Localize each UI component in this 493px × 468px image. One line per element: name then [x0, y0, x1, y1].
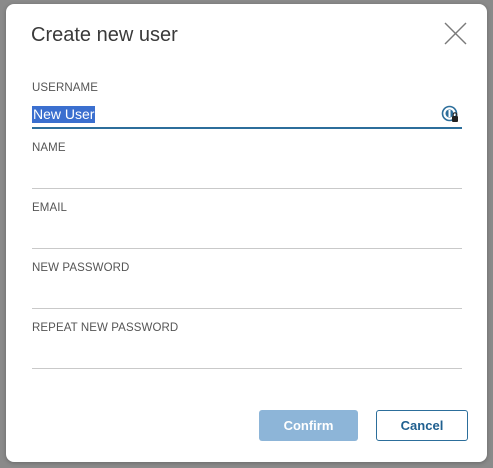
new-password-input[interactable]: [32, 282, 462, 309]
name-field-group: NAME: [32, 142, 462, 189]
dialog-title: Create new user: [31, 24, 178, 46]
confirm-button[interactable]: Confirm: [259, 410, 358, 441]
new-password-field-group: NEW PASSWORD: [32, 262, 462, 309]
new-password-label: NEW PASSWORD: [32, 262, 130, 274]
email-field-group: EMAIL: [32, 202, 462, 249]
username-label: USERNAME: [32, 82, 98, 94]
username-field-group: USERNAME New User: [32, 82, 462, 129]
repeat-password-field-group: REPEAT NEW PASSWORD: [32, 322, 462, 369]
name-input[interactable]: [32, 162, 462, 189]
close-button[interactable]: [443, 21, 468, 46]
repeat-password-label: REPEAT NEW PASSWORD: [32, 322, 179, 334]
username-input[interactable]: New User: [32, 102, 462, 129]
username-value: New User: [32, 106, 96, 123]
create-user-dialog: Create new user USERNAME New User NAME E…: [6, 4, 487, 462]
close-icon: [444, 22, 467, 45]
email-input[interactable]: [32, 222, 462, 249]
password-manager-icon[interactable]: [441, 105, 460, 124]
name-label: NAME: [32, 142, 66, 154]
cancel-button[interactable]: Cancel: [376, 410, 468, 441]
repeat-password-input[interactable]: [32, 342, 462, 369]
email-label: EMAIL: [32, 202, 68, 214]
